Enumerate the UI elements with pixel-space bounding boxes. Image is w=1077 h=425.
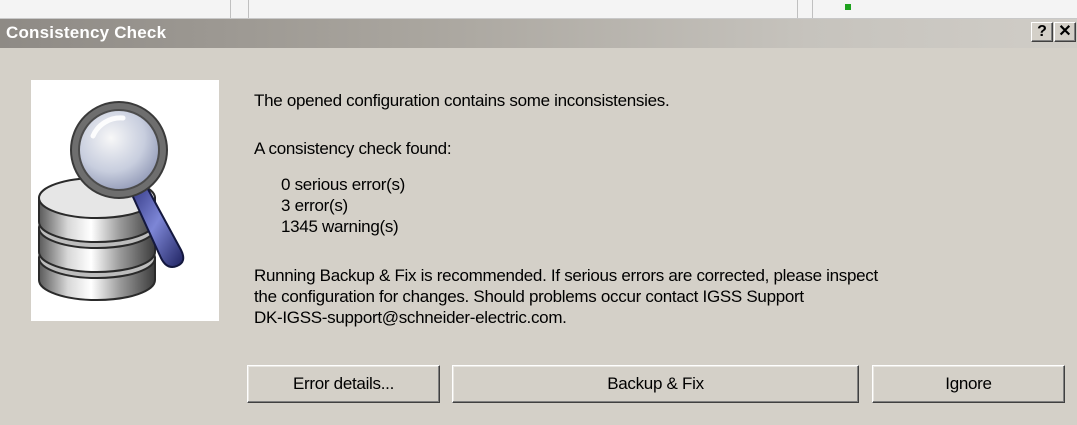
recommendation-line: Running Backup & Fix is recommended. If … [254, 266, 878, 285]
dialog-titlebar[interactable]: Consistency Check ? ✕ [0, 19, 1077, 48]
support-email: DK-IGSS-support@schneider-electric.com. [254, 308, 567, 327]
help-icon: ? [1037, 23, 1047, 40]
dialog-image-panel [31, 80, 219, 321]
status-indicator-icon [845, 4, 851, 10]
message-found: A consistency check found: [254, 139, 452, 158]
background-column-divider [797, 0, 798, 18]
database-magnifier-icon [38, 101, 185, 301]
background-column-divider [812, 0, 813, 18]
background-column-divider [230, 0, 231, 18]
background-window [0, 0, 1077, 19]
backup-fix-button[interactable]: Backup & Fix [452, 365, 859, 403]
close-icon: ✕ [1058, 23, 1072, 40]
dialog-title: Consistency Check [6, 23, 167, 42]
count-serious-errors: 0 serious error(s) [281, 175, 406, 194]
background-column-divider [248, 0, 249, 18]
count-errors: 3 error(s) [281, 196, 348, 215]
recommendation-line: the configuration for changes. Should pr… [254, 287, 804, 306]
help-button[interactable]: ? [1031, 22, 1053, 42]
message-intro: The opened configuration contains some i… [254, 91, 670, 110]
ignore-button[interactable]: Ignore [872, 365, 1065, 403]
error-details-button[interactable]: Error details... [247, 365, 440, 403]
close-button[interactable]: ✕ [1054, 22, 1076, 42]
count-warnings: 1345 warning(s) [281, 217, 399, 236]
